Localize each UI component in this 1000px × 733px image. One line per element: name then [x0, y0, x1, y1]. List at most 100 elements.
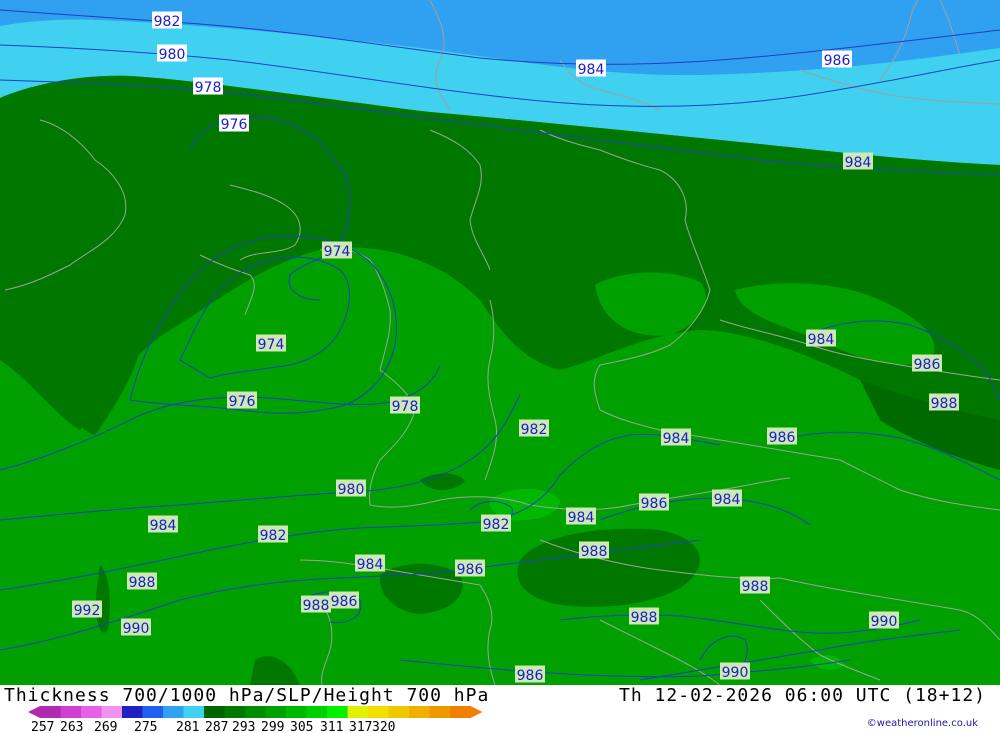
isobar-label: 988	[740, 576, 770, 595]
legend-swatch	[388, 706, 410, 718]
legend-tick: 320	[372, 720, 395, 733]
isobar-value: 988	[631, 610, 658, 626]
isobar-label: 984	[148, 515, 178, 534]
legend-tick: 293	[232, 720, 255, 733]
legend-tick: 311	[320, 720, 343, 733]
legend-swatch	[81, 706, 102, 718]
isobar-label: 984	[843, 152, 873, 171]
isobar-label: 982	[258, 525, 288, 544]
isobar-value: 986	[641, 496, 668, 512]
isobar-value: 988	[129, 575, 156, 591]
legend-arrow-left	[28, 706, 40, 718]
legend-tick: 275	[134, 720, 157, 733]
legend-tick: 287	[205, 720, 228, 733]
legend-color-bar	[28, 706, 483, 718]
legend-swatch	[40, 706, 61, 718]
map-title: Thickness 700/1000 hPa/SLP/Height 700 hP…	[4, 685, 490, 706]
legend-swatch	[429, 706, 451, 718]
isobar-value: 988	[303, 598, 330, 614]
isobar-value: 986	[824, 53, 851, 69]
isobar-label: 982	[519, 419, 549, 438]
legend-swatch	[306, 706, 328, 718]
legend-tick: 299	[261, 720, 284, 733]
isobar-value: 984	[845, 155, 872, 171]
isobar-value: 984	[150, 518, 177, 534]
isobar-value: 984	[714, 492, 741, 508]
isobar-value: 976	[229, 394, 256, 410]
isobar-label: 990	[121, 618, 151, 637]
isobar-value: 988	[931, 396, 958, 412]
legend-tick: 263	[60, 720, 83, 733]
isobar-label: 986	[767, 427, 797, 446]
isobar-label: 988	[929, 393, 959, 412]
legend-swatch	[368, 706, 389, 718]
isobar-label: 978	[193, 77, 223, 96]
isobar-value: 986	[769, 430, 796, 446]
isobar-value: 978	[195, 80, 222, 96]
isobar-value: 986	[914, 357, 941, 373]
isobar-label: 988	[629, 607, 659, 626]
isobar-label: 986	[822, 50, 852, 69]
legend-arrow-right	[470, 706, 483, 718]
legend-swatch	[163, 706, 184, 718]
isobar-label: 984	[712, 489, 742, 508]
isobar-label: 986	[639, 493, 669, 512]
isobar-label: 992	[72, 600, 102, 619]
isobar-label: 984	[355, 554, 385, 573]
isobar-value: 988	[742, 579, 769, 595]
legend-swatch	[286, 706, 307, 718]
isobar-label: 986	[515, 665, 545, 684]
isobar-value: 986	[517, 668, 544, 684]
isobar-label: 988	[301, 595, 331, 614]
isobar-label: 976	[219, 114, 249, 133]
isobar-label: 976	[227, 391, 257, 410]
legend-swatch	[60, 706, 82, 718]
isobar-label: 986	[329, 591, 359, 610]
isobar-value: 990	[871, 614, 898, 630]
legend-swatch	[183, 706, 205, 718]
isobar-value: 974	[258, 337, 285, 353]
legend-swatch	[142, 706, 164, 718]
isobar-label: 982	[481, 514, 511, 533]
legend-swatch	[204, 706, 225, 718]
isobar-value: 990	[123, 621, 150, 637]
isobar-label: 982	[152, 11, 182, 30]
legend-swatch	[122, 706, 143, 718]
legend-tick: 269	[94, 720, 117, 733]
legend-tick: 305	[290, 720, 313, 733]
map-canvas: 982 980 978 976 984 986 984 974 974 976 978 982 984 9…	[0, 0, 1000, 685]
legend-swatch	[245, 706, 266, 718]
isobar-label: 984	[576, 59, 606, 78]
legend-tick: 281	[176, 720, 199, 733]
legend-tick: 257	[31, 720, 54, 733]
isobar-label: 980	[336, 479, 366, 498]
legend-swatch	[327, 706, 348, 718]
legend-swatch	[347, 706, 369, 718]
isobar-value: 986	[457, 562, 484, 578]
isobar-label: 990	[720, 662, 750, 681]
isobar-value: 984	[578, 62, 605, 78]
isobar-value: 988	[581, 544, 608, 560]
isobar-label: 974	[322, 241, 352, 260]
isobar-value: 974	[324, 244, 351, 260]
isobar-value: 976	[221, 117, 248, 133]
isobar-label: 988	[579, 541, 609, 560]
isobar-value: 982	[483, 517, 510, 533]
color-legend: 257 263 269 275 281 287 293 299 305 311 317 320	[28, 706, 483, 733]
isobar-value: 986	[331, 594, 358, 610]
legend-tick: 317	[349, 720, 372, 733]
isobar-value: 980	[338, 482, 365, 498]
isobar-value: 992	[74, 603, 101, 619]
legend-swatch	[224, 706, 246, 718]
valid-time: Th 12-02-2026 06:00 UTC (18+12)	[619, 685, 986, 706]
isobar-label: 988	[127, 572, 157, 591]
isobar-label: 978	[390, 396, 420, 415]
isobar-value: 990	[722, 665, 749, 681]
isobar-value: 982	[521, 422, 548, 438]
isobar-label: 986	[912, 354, 942, 373]
isobar-label: 990	[869, 611, 899, 630]
weather-map: 982 980 978 976 984 986 984 974 974 976 978 982 984 9…	[0, 0, 1000, 685]
legend-swatch	[265, 706, 287, 718]
isobar-label: 984	[806, 329, 836, 348]
isobar-label: 984	[661, 428, 691, 447]
